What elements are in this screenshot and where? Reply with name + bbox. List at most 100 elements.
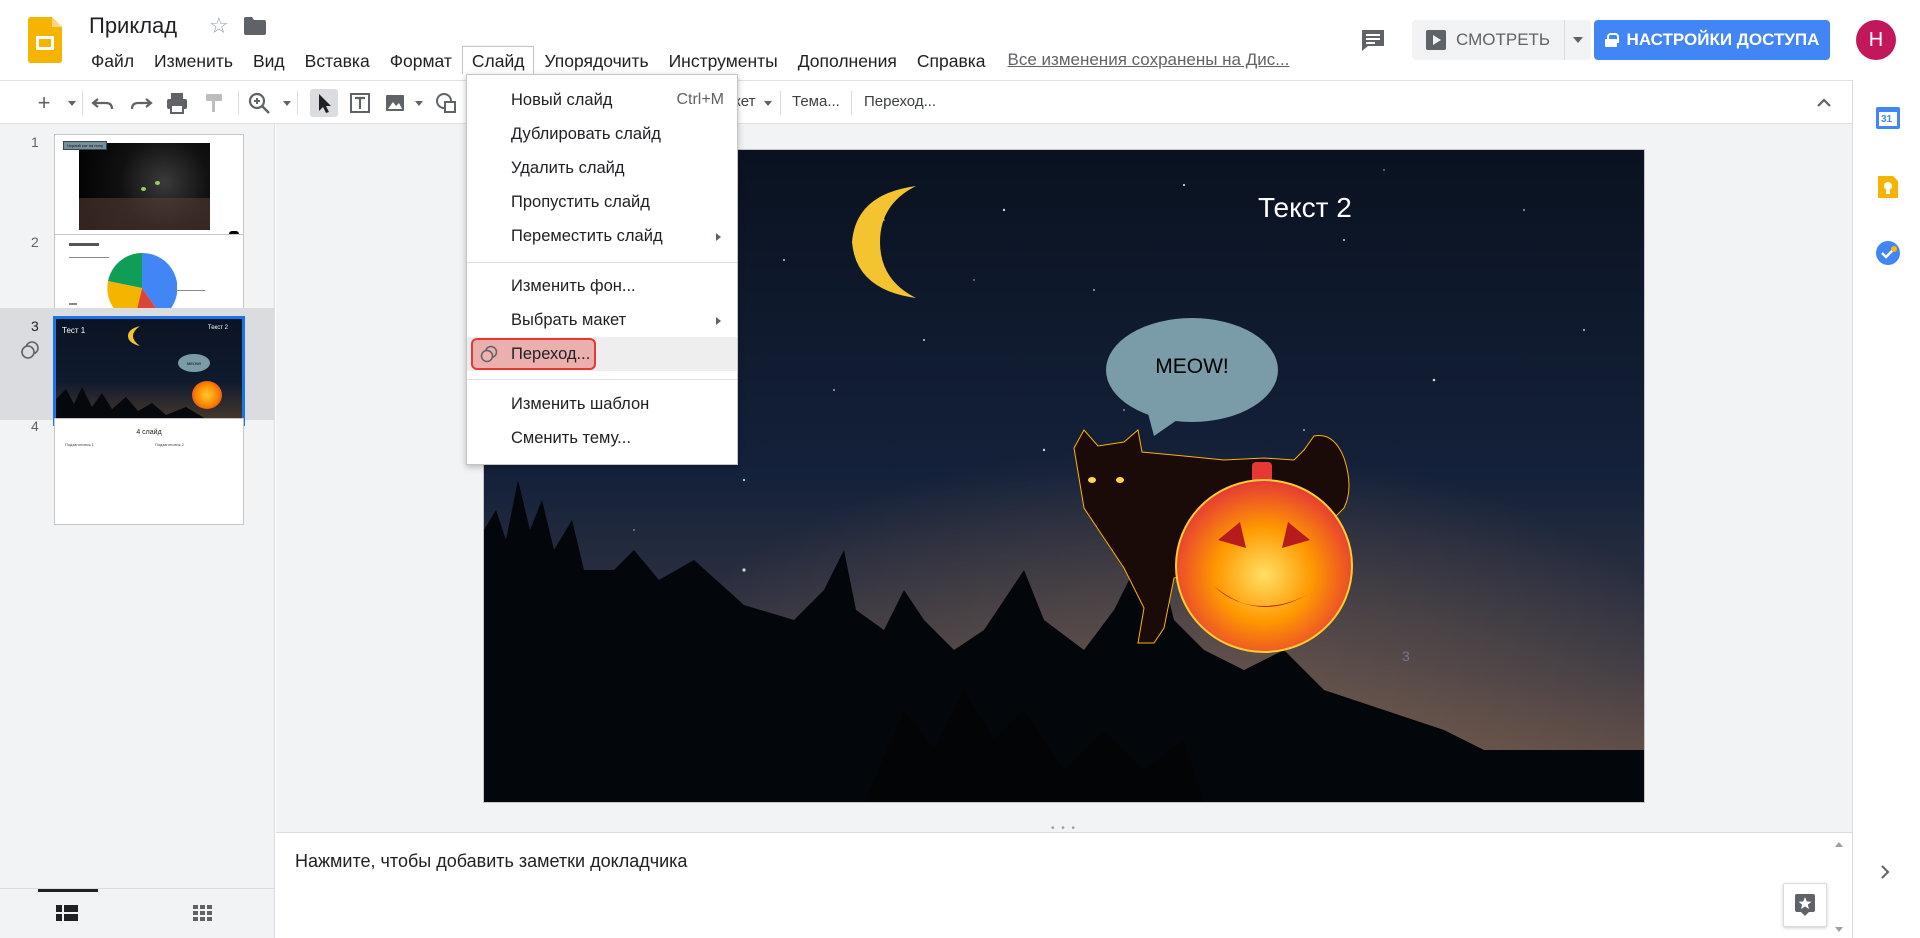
undo-icon[interactable] <box>89 89 117 117</box>
share-label: НАСТРОЙКИ ДОСТУПА <box>1626 30 1820 49</box>
text-box-icon[interactable] <box>346 89 374 117</box>
paint-format-icon[interactable] <box>200 89 228 117</box>
view-switcher <box>0 888 275 938</box>
menu-item-transition[interactable]: Переход... <box>467 337 737 371</box>
menu-item-duplicate-slide[interactable]: Дублировать слайд <box>467 117 737 151</box>
thumb-caption: Тест 1 <box>62 326 86 335</box>
slide-number: 3 <box>31 318 39 334</box>
notes-scrollbar[interactable] <box>1832 839 1846 935</box>
menu-item-change-background[interactable]: Изменить фон... <box>467 269 737 303</box>
menu-insert[interactable]: Вставка <box>295 46 380 74</box>
new-slide-layout-caret[interactable] <box>68 101 76 106</box>
menu-format[interactable]: Формат <box>380 46 462 74</box>
menu-divider <box>467 262 737 263</box>
slide-thumbnail-1[interactable]: 1 Чорний кот на полу <box>0 124 275 241</box>
menu-help[interactable]: Справка <box>907 46 996 74</box>
zoom-caret[interactable] <box>283 101 291 106</box>
slide-preview: 4 слайд Подзаголовок 1 Подзаголовок 2 <box>54 418 244 525</box>
chevron-up-icon[interactable] <box>1814 93 1834 113</box>
redo-icon[interactable] <box>127 89 155 117</box>
toolbar: + кет Тема... Переход... <box>0 80 1852 124</box>
present-button-group: СМОТРЕТЬ <box>1412 20 1592 60</box>
moon-shape[interactable] <box>846 184 920 300</box>
slide-thumbnail-4[interactable]: 4 4 слайд Подзаголовок 1 Подзаголовок 2 <box>0 408 275 525</box>
avatar[interactable]: Н <box>1856 20 1896 60</box>
side-panel: 31 <box>1852 80 1920 938</box>
menu-bar: Файл Изменить Вид Вставка Формат Слайд У… <box>81 46 1301 74</box>
shape-icon[interactable] <box>432 89 460 117</box>
chevron-right-icon[interactable] <box>1879 864 1891 880</box>
thumb-subtitle-2: Подзаголовок 2 <box>155 442 184 447</box>
menu-item-new-slide[interactable]: Новый слайд Ctrl+M <box>467 83 737 117</box>
calendar-icon[interactable]: 31 <box>1875 104 1901 130</box>
explore-button[interactable] <box>1783 883 1827 927</box>
slide-thumbnail-3[interactable]: 3 Тест 1 Текст 2 MEOW! <box>0 308 275 426</box>
thumb-caption: Чорний кот на полу <box>63 141 107 150</box>
shortcut-text: Ctrl+M <box>676 91 724 108</box>
menu-edit[interactable]: Изменить <box>144 46 243 74</box>
share-button[interactable]: НАСТРОЙКИ ДОСТУПА <box>1594 20 1830 60</box>
menu-item-move-slide[interactable]: Переместить слайд <box>467 219 737 253</box>
new-slide-icon[interactable]: + <box>30 89 58 117</box>
notes-resize-handle[interactable]: • • • <box>276 823 1852 834</box>
transition-icon <box>480 345 498 363</box>
transition-icon <box>21 341 39 359</box>
slide-number: 1 <box>31 134 39 150</box>
notes-placeholder[interactable]: Нажмите, чтобы добавить заметки докладчи… <box>295 851 687 872</box>
jack-o-lantern <box>1175 462 1353 653</box>
tasks-icon[interactable] <box>1875 240 1901 266</box>
document-title[interactable]: Приклад <box>89 13 177 39</box>
submenu-arrow-icon <box>716 233 721 241</box>
submenu-arrow-icon <box>716 317 721 325</box>
slide-number: 2 <box>31 234 39 250</box>
menu-item-edit-master[interactable]: Изменить шаблон <box>467 387 737 421</box>
menu-view[interactable]: Вид <box>243 46 295 74</box>
thumb-subtitle-1: Подзаголовок 1 <box>65 442 94 447</box>
menu-arrange[interactable]: Упорядочить <box>534 46 658 74</box>
present-button[interactable]: СМОТРЕТЬ <box>1412 20 1566 60</box>
toolbar-divider <box>82 91 83 115</box>
toolbar-divider <box>238 91 239 115</box>
bubble-thumbnail: MEOW! <box>178 354 210 372</box>
layout-caret[interactable] <box>764 101 772 106</box>
lock-icon <box>1604 33 1619 47</box>
app-header: Приклад ☆ Файл Изменить Вид Вставка Форм… <box>0 0 1920 80</box>
speech-bubble-text[interactable]: MEOW! <box>1104 355 1280 379</box>
grid-view-icon[interactable] <box>193 905 213 921</box>
menu-item-change-theme[interactable]: Сменить тему... <box>467 421 737 455</box>
filmstrip-view-icon[interactable] <box>56 905 78 921</box>
zoom-icon[interactable] <box>245 89 273 117</box>
image-caret[interactable] <box>415 101 423 106</box>
cat-photo <box>79 143 210 230</box>
save-status-link[interactable]: Все изменения сохранены на Дис... <box>996 46 1302 74</box>
folder-icon[interactable] <box>244 17 266 35</box>
active-view-indicator <box>38 889 98 892</box>
menu-item-skip-slide[interactable]: Пропустить слайд <box>467 185 737 219</box>
menu-tools[interactable]: Инструменты <box>659 46 788 74</box>
slide-text-2[interactable]: Текст 2 <box>1258 192 1352 224</box>
print-icon[interactable] <box>163 89 191 117</box>
slide-number: 4 <box>31 418 39 434</box>
menu-item-delete-slide[interactable]: Удалить слайд <box>467 151 737 185</box>
play-icon <box>1426 30 1446 50</box>
toolbar-divider <box>780 91 781 115</box>
star-icon[interactable]: ☆ <box>209 13 229 39</box>
speaker-notes[interactable]: Нажмите, чтобы добавить заметки докладчи… <box>276 832 1852 938</box>
moon-thumbnail <box>128 326 140 346</box>
slides-logo-icon[interactable] <box>28 17 62 63</box>
comments-icon[interactable] <box>1360 28 1386 52</box>
menu-slide[interactable]: Слайд <box>461 46 535 74</box>
select-cursor-icon[interactable] <box>310 89 338 117</box>
slide-page-number: 3 <box>1402 648 1410 664</box>
menu-item-apply-layout[interactable]: Выбрать макет <box>467 303 737 337</box>
calendar-day: 31 <box>1881 114 1893 125</box>
menu-addons[interactable]: Дополнения <box>788 46 907 74</box>
insert-image-icon[interactable] <box>381 89 409 117</box>
keep-icon[interactable] <box>1875 174 1901 200</box>
menu-file[interactable]: Файл <box>81 46 144 74</box>
thumb-caption-2: Текст 2 <box>207 325 228 331</box>
present-options-dropdown[interactable] <box>1565 20 1591 60</box>
transition-button[interactable]: Переход... <box>864 93 936 110</box>
toolbar-divider <box>297 91 298 115</box>
theme-button[interactable]: Тема... <box>792 93 840 110</box>
